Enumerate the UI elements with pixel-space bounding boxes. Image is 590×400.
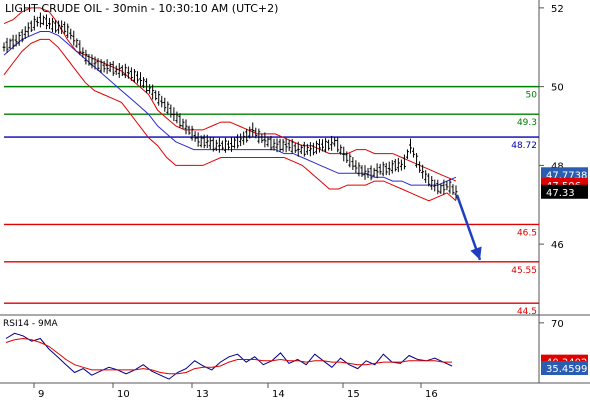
x-tick-label: 15 (347, 389, 360, 400)
x-tick-label: 9 (38, 389, 44, 400)
x-tick-label: 14 (272, 389, 285, 400)
x-tick-label: 13 (196, 389, 209, 400)
price-tag-label: 47.33 (546, 188, 575, 199)
chart-title: LIGHT CRUDE OIL - 30min - 10:30:10 AM (U… (5, 2, 278, 15)
level-label: 48.72 (511, 141, 537, 151)
level-label: 44.5 (517, 307, 537, 317)
rsi-tag-label: 35.4599 (546, 364, 587, 375)
rsi-title: RSI14 - 9MA (3, 319, 59, 329)
rsi-tags: 40.340235.4599 (541, 354, 588, 376)
level-label: 50 (526, 91, 538, 101)
price-tags: 47.773847.50647.33 (541, 167, 588, 199)
rsi-y-tick-label: 70 (551, 319, 564, 330)
x-tick-label: 16 (425, 389, 438, 400)
level-label: 45.55 (511, 266, 537, 276)
y-tick-label: 52 (551, 4, 564, 15)
level-label: 46.5 (517, 228, 537, 238)
chart-root: 5049.348.7246.545.5544.5 52504846 47.773… (0, 0, 590, 400)
y-tick-label: 50 (551, 83, 564, 94)
y-tick-label: 46 (551, 240, 564, 251)
level-label: 49.3 (517, 118, 537, 128)
x-tick-label: 10 (117, 389, 130, 400)
